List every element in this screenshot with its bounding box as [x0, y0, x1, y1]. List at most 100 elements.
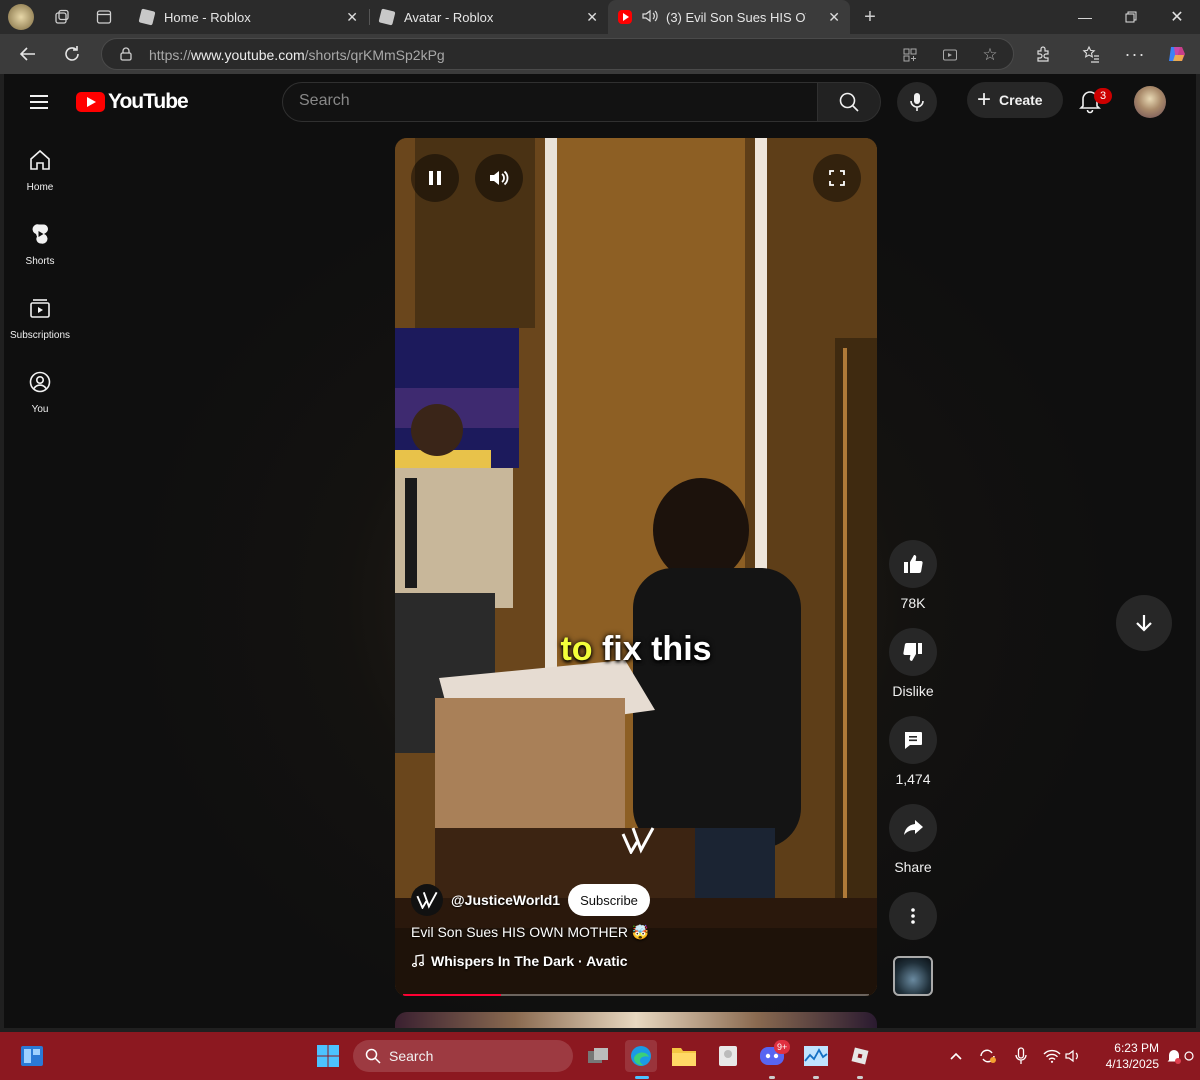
video-title[interactable]: Evil Son Sues HIS OWN MOTHER 🤯 — [411, 924, 649, 941]
close-window-icon[interactable]: ✕ — [1154, 0, 1200, 34]
youtube-logo[interactable]: YouTube — [76, 90, 189, 114]
notification-bell-icon[interactable] — [1164, 1046, 1184, 1066]
comments-button[interactable] — [889, 716, 937, 764]
share-label: Share — [894, 859, 932, 875]
search-input[interactable] — [299, 92, 799, 110]
channel-name[interactable]: @JusticeWorld1 — [451, 892, 560, 908]
more-actions-button[interactable] — [889, 892, 937, 940]
tab-youtube-short[interactable]: (3) Evil Son Sues HIS OWN MOTHER ✕ — [608, 0, 850, 34]
notepad-app-icon[interactable] — [712, 1040, 744, 1072]
browser-toolbar: https://www.youtube.com/shorts/qrKMmSp2k… — [0, 34, 1200, 74]
fullscreen-button[interactable] — [813, 154, 861, 202]
like-action: 78K — [889, 540, 937, 611]
back-icon[interactable] — [14, 40, 42, 68]
restore-icon[interactable] — [1108, 0, 1154, 34]
running-app-indicator — [769, 1076, 775, 1079]
picture-in-picture-icon[interactable] — [940, 45, 960, 65]
running-app-indicator — [857, 1076, 863, 1079]
minimize-icon[interactable]: — — [1062, 0, 1108, 34]
tab-home-roblox[interactable]: Home - Roblox ✕ — [130, 0, 368, 34]
next-short-preview[interactable] — [395, 1012, 877, 1028]
clock[interactable]: 6:23 PM 4/13/2025 — [1095, 1040, 1159, 1072]
sync-icon[interactable] — [978, 1046, 998, 1066]
subscribe-button[interactable]: Subscribe — [568, 884, 650, 916]
menu-icon[interactable] — [26, 88, 54, 116]
voice-search-button[interactable] — [897, 82, 937, 122]
volume-icon[interactable] — [1064, 1046, 1084, 1066]
sidebar-item-you[interactable]: You — [4, 358, 76, 432]
progress-bar[interactable] — [403, 994, 869, 996]
active-app-indicator — [635, 1076, 649, 1079]
sidebar-item-home[interactable]: Home — [4, 136, 76, 210]
roblox-icon — [138, 8, 156, 26]
share-icon — [904, 820, 923, 835]
discord-badge: 9+ — [774, 1040, 791, 1054]
tab-audio-playing-icon[interactable] — [642, 9, 660, 26]
courtroom-scene — [395, 138, 877, 996]
new-tab-icon[interactable]: + — [858, 5, 882, 29]
close-tab-icon[interactable]: ✕ — [346, 9, 358, 26]
widgets-icon[interactable] — [16, 1040, 48, 1072]
task-view-icon[interactable] — [582, 1040, 614, 1072]
next-short-button[interactable] — [1116, 595, 1172, 651]
sidebar-item-shorts[interactable]: Shorts — [4, 210, 76, 284]
channel-avatar[interactable] — [411, 884, 443, 916]
sidebar-item-label: You — [31, 404, 49, 415]
tab-actions-icon[interactable] — [92, 5, 116, 29]
close-tab-icon[interactable]: ✕ — [586, 9, 598, 26]
show-hidden-icons-icon[interactable] — [946, 1046, 966, 1066]
share-button[interactable] — [889, 804, 937, 852]
extensions-icon[interactable] — [1031, 42, 1055, 66]
address-bar[interactable]: https://www.youtube.com/shorts/qrKMmSp2k… — [101, 38, 1014, 70]
clock-date: 4/13/2025 — [1105, 1057, 1159, 1071]
close-tab-icon[interactable]: ✕ — [828, 9, 840, 26]
show-desktop-icon[interactable] — [1182, 1046, 1196, 1066]
app-available-icon[interactable] — [900, 45, 920, 65]
search-icon — [839, 92, 859, 112]
wifi-icon[interactable] — [1042, 1046, 1062, 1066]
arrow-down-icon — [1136, 615, 1152, 632]
edge-icon[interactable] — [625, 1040, 657, 1072]
channel-row: @JusticeWorld1 Subscribe — [411, 884, 650, 916]
thumbs-up-icon — [904, 555, 923, 573]
roblox-taskbar-icon[interactable] — [844, 1040, 876, 1072]
more-options-icon[interactable]: ··· — [1123, 42, 1147, 66]
sidebar-item-subscriptions[interactable]: Subscriptions — [4, 284, 76, 358]
search-icon — [365, 1048, 381, 1064]
fullscreen-icon — [829, 170, 845, 186]
tab-title: Avatar - Roblox — [404, 9, 494, 25]
taskbar-search[interactable]: Search — [353, 1040, 573, 1072]
running-app-indicator — [813, 1076, 819, 1079]
taskbar-search-label: Search — [389, 1048, 434, 1064]
favorites-icon[interactable] — [1079, 42, 1103, 66]
like-button[interactable] — [889, 540, 937, 588]
task-manager-icon[interactable] — [800, 1040, 832, 1072]
more-action — [889, 892, 937, 940]
account-avatar[interactable] — [1134, 86, 1166, 118]
tab-avatar-roblox[interactable]: Avatar - Roblox ✕ — [370, 0, 608, 34]
tab-title: (3) Evil Son Sues HIS OWN MOTHER — [666, 9, 806, 25]
file-explorer-icon[interactable] — [668, 1040, 700, 1072]
dislike-button[interactable] — [889, 628, 937, 676]
favorite-star-icon[interactable]: ☆ — [980, 45, 1000, 65]
music-row[interactable]: Whispers In The Dark · Avatic — [411, 953, 628, 969]
caption-text: fix this — [592, 630, 712, 668]
sound-thumbnail[interactable] — [893, 956, 933, 996]
volume-button[interactable] — [475, 154, 523, 202]
refresh-icon[interactable] — [58, 40, 86, 68]
you-icon — [29, 371, 51, 393]
progress-fill — [403, 994, 501, 996]
microphone-icon[interactable] — [1011, 1046, 1031, 1066]
create-button[interactable]: + Create — [967, 82, 1063, 118]
start-icon[interactable] — [312, 1040, 344, 1072]
lock-icon[interactable] — [118, 46, 134, 62]
pause-button[interactable] — [411, 154, 459, 202]
profile-avatar-icon[interactable] — [8, 4, 34, 30]
url-text: https://www.youtube.com/shorts/qrKMmSp2k… — [149, 47, 445, 63]
search-button[interactable] — [817, 82, 881, 122]
copilot-icon[interactable] — [1165, 42, 1189, 66]
notification-badge: 3 — [1094, 88, 1112, 104]
sidebar-item-label: Subscriptions — [9, 330, 71, 341]
shorts-player[interactable]: to fix this @JusticeWorld1 Subscribe Evi… — [395, 138, 877, 996]
workspaces-icon[interactable] — [50, 5, 74, 29]
